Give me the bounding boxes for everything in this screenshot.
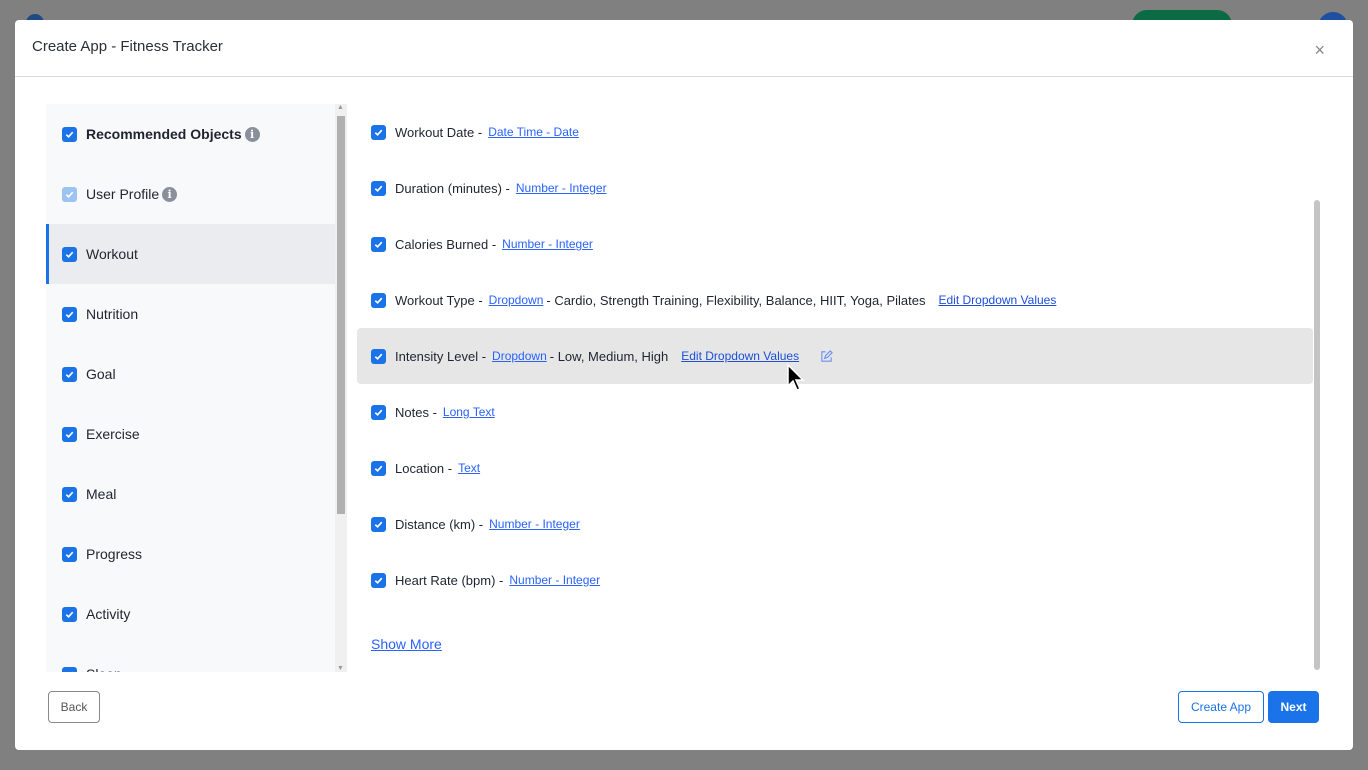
field-name: Intensity Level - xyxy=(395,348,487,364)
field-row: Heart Rate (bpm) - Number - Integer xyxy=(357,552,1313,608)
field-checkbox[interactable] xyxy=(371,572,386,588)
field-row: Calories Burned - Number - Integer xyxy=(357,216,1313,272)
show-more-link[interactable]: Show More xyxy=(371,636,442,652)
field-row: Intensity Level - Dropdown - Low, Medium, … xyxy=(357,328,1313,384)
modal-title: Create App - Fitness Tracker xyxy=(32,38,223,55)
sidebar-item-label: Meal xyxy=(86,486,117,502)
sidebar-item-user-profile[interactable]: User Profile i xyxy=(46,164,347,224)
sidebar-item-label: Goal xyxy=(86,366,116,382)
field-name: Heart Rate (bpm) - xyxy=(395,572,504,588)
sidebar-item-exercise[interactable]: Exercise xyxy=(46,404,347,464)
field-checkbox[interactable] xyxy=(371,516,386,532)
background-app xyxy=(0,0,1368,42)
field-checkbox[interactable] xyxy=(371,180,386,196)
info-icon[interactable]: i xyxy=(162,186,178,202)
field-type-link[interactable]: Dropdown xyxy=(489,293,544,307)
sidebar-item-label: Workout xyxy=(86,246,138,262)
checkbox[interactable] xyxy=(62,126,77,142)
dropdown-values: - Low, Medium, High xyxy=(549,348,669,364)
checkbox[interactable] xyxy=(62,426,77,442)
checkbox[interactable] xyxy=(62,486,77,502)
field-checkbox[interactable] xyxy=(371,348,386,364)
field-name: Calories Burned - xyxy=(395,236,497,252)
field-row: Workout Type - Dropdown - Cardio, Strength… xyxy=(357,272,1313,328)
field-row: Duration (minutes) - Number - Integer xyxy=(357,160,1313,216)
field-name: Distance (km) - xyxy=(395,516,484,532)
field-checkbox[interactable] xyxy=(371,460,386,476)
field-checkbox[interactable] xyxy=(371,236,386,252)
edit-dropdown-values-link[interactable]: Edit Dropdown Values xyxy=(939,293,1057,307)
sidebar-item-label: Sleep xyxy=(86,666,122,672)
checkbox[interactable] xyxy=(62,666,77,672)
sidebar-item-workout[interactable]: Workout xyxy=(46,224,347,284)
info-icon[interactable]: i xyxy=(244,126,260,142)
field-type-link[interactable]: Number - Integer xyxy=(502,237,593,251)
sidebar-item-label: Exercise xyxy=(86,426,140,442)
create-app-button[interactable]: Create App xyxy=(1178,691,1264,723)
sidebar-item-nutrition[interactable]: Nutrition xyxy=(46,284,347,344)
sidebar-item-label: Activity xyxy=(86,606,131,622)
field-name: Location - xyxy=(395,460,453,476)
sidebar-item-meal[interactable]: Meal xyxy=(46,464,347,524)
sidebar-scrollbar[interactable]: ▲ ▼ xyxy=(335,104,347,672)
object-list: Recommended Objects i User Profile i Workout… xyxy=(46,104,347,672)
field-name: Workout Date - xyxy=(395,124,483,140)
mouse-cursor-icon xyxy=(787,364,805,391)
field-type-link[interactable]: Text xyxy=(458,461,480,475)
sidebar-item-sleep[interactable]: Sleep xyxy=(46,644,347,672)
sidebar-item-recommended-objects[interactable]: Recommended Objects i xyxy=(46,104,347,164)
modal-header: Create App - Fitness Tracker × xyxy=(15,20,1353,77)
sidebar-item-label: Nutrition xyxy=(86,306,139,322)
field-type-link[interactable]: Number - Integer xyxy=(516,181,607,195)
field-type-link[interactable]: Dropdown xyxy=(492,349,547,363)
sidebar-item-activity[interactable]: Activity xyxy=(46,584,347,644)
edit-dropdown-values-link[interactable]: Edit Dropdown Values xyxy=(681,349,799,363)
field-checkbox[interactable] xyxy=(371,124,386,140)
field-list: Workout Date - Date Time - Date Duration (… xyxy=(357,104,1313,672)
edit-icon[interactable] xyxy=(820,349,833,363)
checkbox[interactable] xyxy=(62,366,77,382)
back-button[interactable]: Back xyxy=(48,691,100,723)
close-icon[interactable]: × xyxy=(1314,40,1325,61)
field-name: Notes - xyxy=(395,404,437,420)
field-type-link[interactable]: Long Text xyxy=(443,405,495,419)
field-row: Location - Text xyxy=(357,440,1313,496)
field-type-link[interactable]: Date Time - Date xyxy=(488,125,579,139)
field-row: Notes - Long Text xyxy=(357,384,1313,440)
field-row: Distance (km) - Number - Integer xyxy=(357,496,1313,552)
checkbox[interactable] xyxy=(62,306,77,322)
checkbox[interactable] xyxy=(62,606,77,622)
field-checkbox[interactable] xyxy=(371,292,386,308)
checkbox[interactable] xyxy=(62,246,77,262)
field-name: Duration (minutes) - xyxy=(395,180,510,196)
next-button[interactable]: Next xyxy=(1268,691,1319,723)
field-type-link[interactable]: Number - Integer xyxy=(509,573,600,587)
checkbox[interactable] xyxy=(62,546,77,562)
field-name: Workout Type - xyxy=(395,292,483,308)
sidebar-item-progress[interactable]: Progress xyxy=(46,524,347,584)
field-checkbox[interactable] xyxy=(371,404,386,420)
dropdown-values: - Cardio, Strength Training, Flexibility… xyxy=(546,292,926,308)
create-app-modal: Create App - Fitness Tracker × Recommend… xyxy=(15,20,1353,750)
sidebar-item-label: User Profile xyxy=(86,186,160,202)
sidebar-item-goal[interactable]: Goal xyxy=(46,344,347,404)
field-row: Workout Date - Date Time - Date xyxy=(357,104,1313,160)
checkbox[interactable] xyxy=(62,186,77,202)
sidebar-item-label: Progress xyxy=(86,546,143,562)
field-scrollbar[interactable] xyxy=(1314,200,1320,670)
sidebar-item-label: Recommended Objects xyxy=(86,126,242,142)
field-type-link[interactable]: Number - Integer xyxy=(489,517,580,531)
